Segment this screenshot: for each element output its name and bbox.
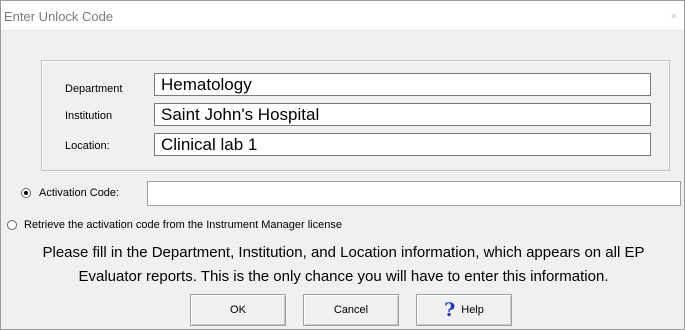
ok-button[interactable]: OK — [190, 294, 286, 326]
department-label: Department — [65, 83, 123, 95]
department-field[interactable]: Hematology — [154, 73, 651, 96]
info-line-2: Evaluator reports. This is the only chan… — [78, 268, 609, 285]
help-button[interactable]: ? Help — [416, 294, 512, 326]
question-mark-icon: ? — [444, 298, 456, 321]
cancel-button[interactable]: Cancel — [303, 294, 399, 326]
retrieve-license-label: Retrieve the activation code from the In… — [24, 219, 342, 231]
institution-field[interactable]: Saint John's Hospital — [154, 103, 651, 126]
ok-button-label: OK — [230, 304, 246, 316]
info-line-1: Please fill in the Department, Instituti… — [42, 244, 645, 261]
close-icon[interactable]: × — [665, 5, 683, 27]
info-message: Please fill in the Department, Instituti… — [11, 241, 676, 289]
window-title: Enter Unlock Code — [4, 9, 114, 24]
activation-code-radio[interactable] — [21, 188, 31, 198]
unlock-code-dialog: Enter Unlock Code × Department Hematolog… — [0, 0, 685, 330]
activation-code-input[interactable] — [147, 181, 681, 206]
location-field[interactable]: Clinical lab 1 — [154, 133, 651, 156]
institution-label: Institution — [65, 110, 113, 122]
help-button-label: Help — [461, 304, 484, 316]
title-bar: Enter Unlock Code × — [1, 1, 684, 31]
location-label: Location: — [65, 140, 110, 152]
activation-code-label: Activation Code: — [39, 187, 120, 199]
cancel-button-label: Cancel — [333, 304, 369, 316]
retrieve-license-radio[interactable] — [7, 220, 17, 230]
